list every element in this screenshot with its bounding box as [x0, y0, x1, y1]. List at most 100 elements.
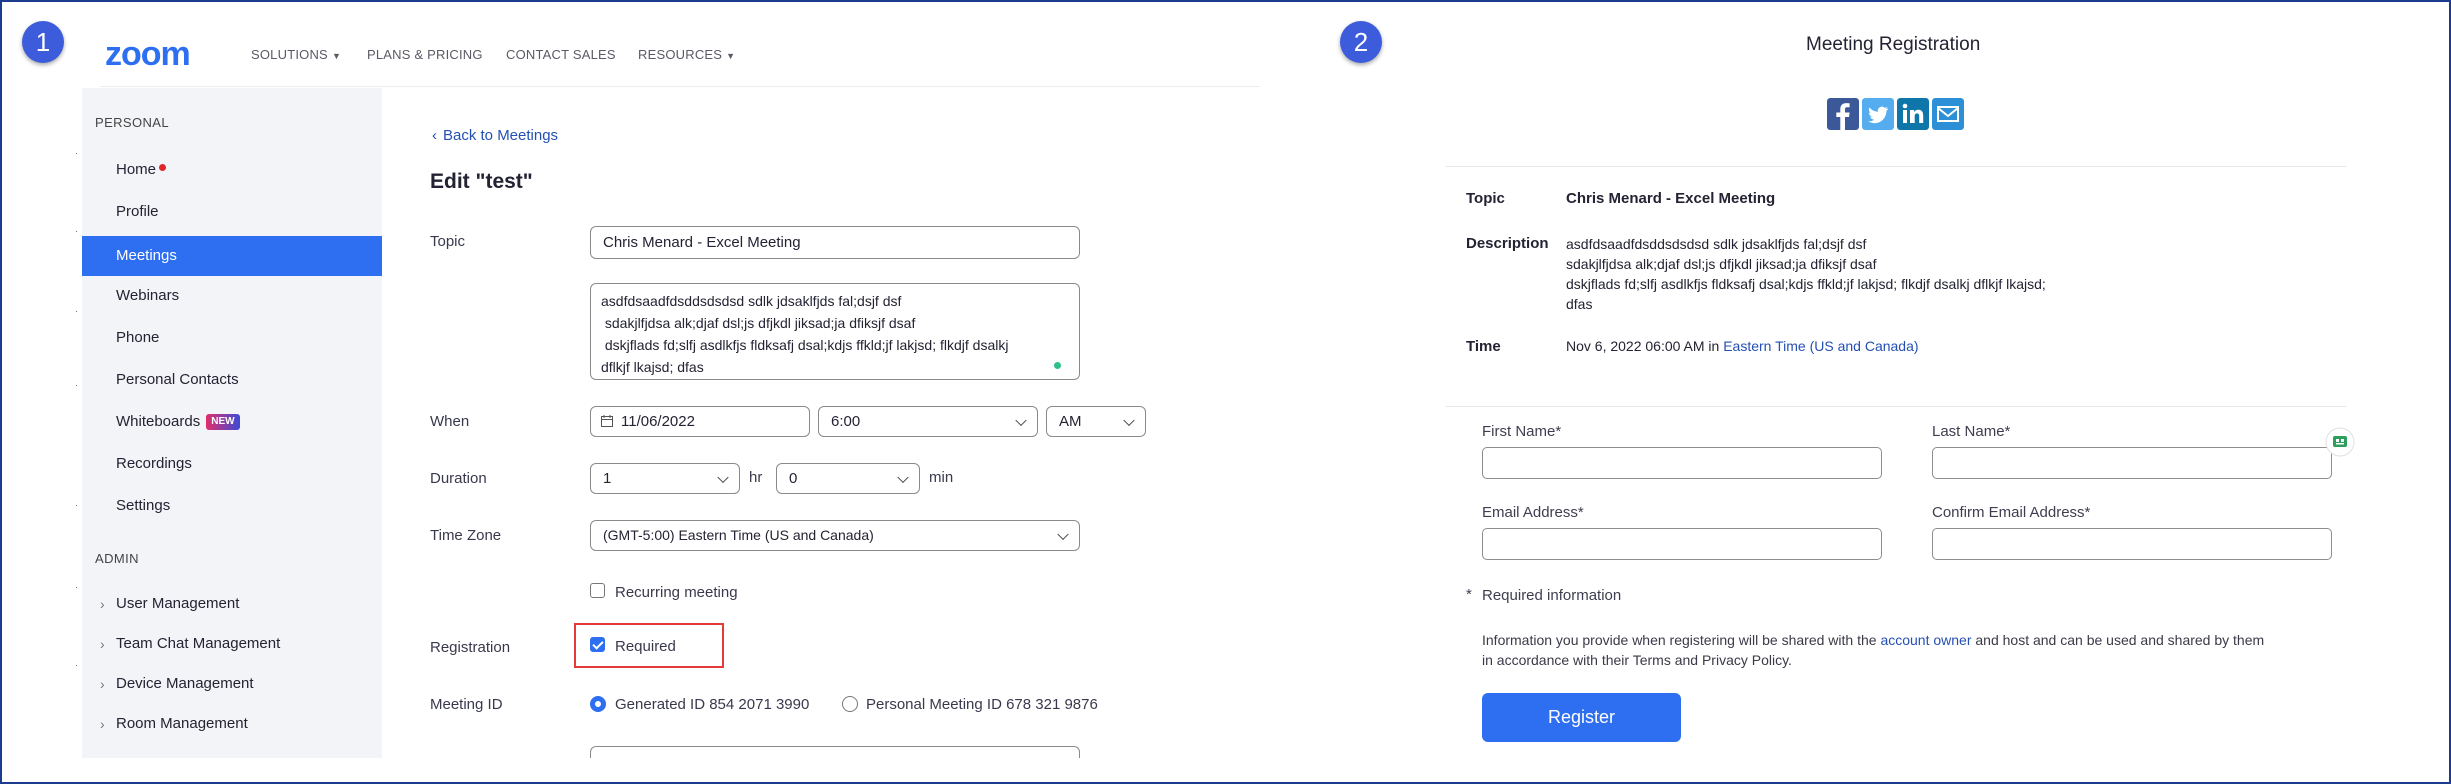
step-badge-1: 1 — [22, 21, 64, 63]
required-label: Required — [615, 638, 676, 655]
nav-solutions[interactable]: SOLUTIONS ▼ — [251, 47, 341, 62]
sidebar-item-label: Device Management — [116, 675, 254, 692]
generated-id-radio[interactable] — [590, 696, 606, 712]
disclaimer-line-2: in accordance with their Terms and Priva… — [1482, 652, 1792, 668]
facebook-icon[interactable] — [1827, 98, 1859, 130]
description-line: dfas — [1566, 296, 1593, 312]
nav-resources[interactable]: RESOURCES ▼ — [638, 47, 735, 62]
recurring-label: Recurring meeting — [615, 584, 738, 601]
email-input[interactable] — [1482, 528, 1882, 560]
registration-title: Meeting Registration — [1806, 34, 1981, 55]
minutes-unit: min — [929, 469, 954, 486]
when-label: When — [430, 413, 470, 430]
password-manager-icon[interactable] — [2325, 427, 2355, 457]
chevron-right-icon: › — [100, 636, 105, 652]
date-picker[interactable]: 11/06/2022 — [590, 406, 810, 437]
page-title: Edit "test" — [430, 170, 533, 193]
personal-id-radio[interactable] — [842, 696, 858, 712]
sidebar-item-label: User Management — [116, 595, 240, 612]
margin-mark: · — [75, 582, 78, 592]
calendar-icon — [601, 415, 613, 427]
date-value: 11/06/2022 — [621, 413, 695, 430]
sidebar-item-label: Home — [116, 161, 157, 178]
sidebar: PERSONAL Home Profile Meetings Webinars … — [82, 88, 382, 758]
new-badge: NEW — [206, 414, 240, 431]
content-cutoff — [382, 758, 1272, 780]
margin-mark: · — [75, 380, 78, 390]
generated-id-label: Generated ID 854 2071 3990 — [615, 696, 810, 713]
required-info: Required information — [1482, 587, 1622, 604]
recurring-checkbox[interactable] — [590, 583, 605, 598]
last-name-label: Last Name* — [1932, 423, 2011, 440]
first-name-input[interactable] — [1482, 447, 1882, 479]
privacy-disclaimer: Information you provide when registering… — [1482, 630, 2362, 670]
back-to-meetings-link[interactable]: ‹ Back to Meetings — [432, 127, 558, 144]
last-name-input[interactable] — [1932, 447, 2332, 479]
sidebar-item-webinars[interactable]: Webinars — [82, 276, 382, 316]
topic-input[interactable]: Chris Menard - Excel Meeting — [590, 226, 1080, 259]
chevron-right-icon: › — [100, 676, 105, 692]
ampm-select[interactable]: AM — [1046, 406, 1146, 437]
description-line: sdakjlfjdsa alk;djaf dsl;js dfjkdl jiksa… — [1566, 256, 1877, 272]
header-divider — [100, 86, 1260, 87]
next-field-input-partial[interactable] — [590, 746, 1080, 758]
confirm-email-input[interactable] — [1932, 528, 2332, 560]
sidebar-item-recordings[interactable]: Recordings — [82, 444, 382, 484]
disclaimer-text: Information you provide when registering… — [1482, 632, 1881, 648]
nav-contact-sales[interactable]: CONTACT SALES — [506, 47, 616, 62]
time-select[interactable]: 6:00 — [818, 406, 1038, 437]
zoom-logo[interactable]: zoom — [105, 34, 220, 74]
twitter-icon[interactable] — [1862, 98, 1894, 130]
back-link-label: Back to Meetings — [443, 127, 559, 144]
sidebar-item-home[interactable]: Home — [82, 150, 382, 190]
time-zone-link[interactable]: Eastern Time (US and Canada) — [1723, 338, 1918, 354]
timezone-label: Time Zone — [430, 527, 502, 544]
svg-text:zoom: zoom — [105, 35, 190, 73]
sidebar-item-label: Whiteboards — [116, 413, 201, 430]
time-label: Time — [1466, 338, 1501, 355]
nav-plans-pricing[interactable]: PLANS & PRICING — [367, 47, 483, 62]
registration-required-checkbox[interactable] — [590, 637, 605, 652]
chevron-right-icon: › — [100, 596, 105, 612]
sidebar-item-device-management[interactable]: › Device Management — [82, 664, 382, 704]
sidebar-section-admin: ADMIN — [95, 551, 139, 566]
caret-down-icon: ▼ — [331, 51, 342, 61]
duration-hours-select[interactable]: 1 — [590, 463, 740, 494]
registration-label: Registration — [430, 639, 511, 656]
grammar-status-dot — [1054, 362, 1061, 369]
email-label: Email Address* — [1482, 504, 1584, 521]
sidebar-item-profile[interactable]: Profile — [82, 192, 382, 232]
sidebar-item-settings[interactable]: Settings — [82, 486, 382, 526]
personal-id-label: Personal Meeting ID 678 321 9876 — [866, 696, 1098, 713]
sidebar-item-whiteboards[interactable]: Whiteboards NEW — [82, 402, 382, 442]
duration-minutes-select[interactable]: 0 — [776, 463, 920, 494]
description-line: dskjflads fd;slfj asdlkfjs fldksafj dsal… — [1566, 276, 2046, 292]
description-textarea[interactable]: asdfdsaadfdsddsdsdsd sdlk jdsaklfjds fal… — [590, 283, 1080, 380]
account-owner-link[interactable]: account owner — [1880, 632, 1971, 648]
confirm-email-label: Confirm Email Address* — [1932, 504, 2091, 521]
register-button[interactable]: Register — [1482, 693, 1681, 742]
divider — [1446, 406, 2346, 407]
chevron-left-icon: ‹ — [432, 127, 437, 144]
step-badge-2: 2 — [1340, 21, 1382, 63]
disclaimer-text: and host and can be used and shared by t… — [1971, 632, 2265, 648]
notification-dot — [159, 164, 167, 171]
description-line: sdakjlfjdsa alk;djaf dsl;js dfjkdl jiksa… — [601, 315, 916, 331]
description-line: asdfdsaadfdsddsdsdsd sdlk jdsaklfjds fal… — [601, 293, 902, 309]
disclaimer-line-1: Information you provide when registering… — [1482, 630, 2362, 650]
description-line: dflkjf lkajsd; dfas — [601, 359, 704, 375]
divider — [1446, 166, 2346, 167]
sidebar-item-team-chat-management[interactable]: › Team Chat Management — [82, 624, 382, 664]
description-line: dskjflads fd;slfj asdlkfjs fldksafj dsal… — [601, 337, 1009, 353]
sidebar-item-user-management[interactable]: › User Management — [82, 584, 382, 624]
sidebar-item-meetings[interactable]: Meetings — [82, 236, 382, 276]
timezone-select[interactable]: (GMT-5:00) Eastern Time (US and Canada) — [590, 520, 1080, 551]
sidebar-item-personal-contacts[interactable]: Personal Contacts — [82, 360, 382, 400]
nav-solutions-label: SOLUTIONS — [251, 47, 328, 62]
email-share-icon[interactable] — [1932, 98, 1964, 130]
sidebar-item-room-management[interactable]: › Room Management — [82, 704, 382, 744]
linkedin-icon[interactable] — [1897, 98, 1929, 130]
margin-mark: · — [75, 148, 78, 158]
sidebar-item-phone[interactable]: Phone — [82, 318, 382, 358]
description-value: asdfdsaadfdsddsdsdsd sdlk jdsaklfjds fal… — [1566, 234, 2046, 314]
